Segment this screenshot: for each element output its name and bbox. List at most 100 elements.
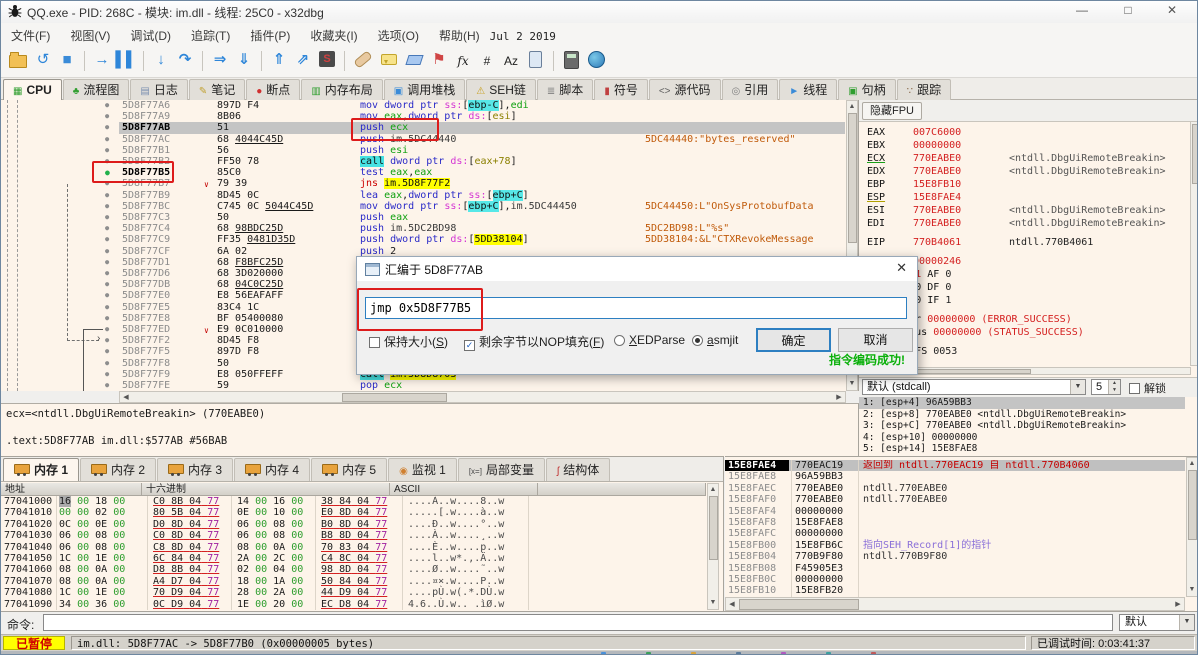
argument-row[interactable]: 5: [esp+14] 15E8FAE8 [859, 443, 1185, 455]
hex-group[interactable]: 44 D9 04 77 [321, 587, 387, 598]
argument-row[interactable]: 3: [esp+C] 770EABE0 <ntdll.DbgUiRemoteBr… [859, 420, 1185, 432]
register-line[interactable]: EBP 15E8FB10 [867, 178, 1185, 191]
row-dot-icon[interactable]: ● [105, 290, 109, 301]
menu-item[interactable]: 帮助(H) [429, 23, 490, 44]
bookmarks-icon[interactable]: ⚑ [427, 49, 451, 73]
stack-rows[interactable]: 15E8FAE4 770EAC19 返回到 ntdll.770EAC19 自 ntd… [725, 460, 1185, 597]
hex-group[interactable]: EC D8 04 77 [321, 599, 387, 610]
restart-icon[interactable]: ↺ [31, 49, 55, 73]
row-dot-icon[interactable]: ● [105, 346, 109, 357]
column-header-十六进制[interactable]: 十六进制 [142, 483, 390, 496]
calculator-icon[interactable] [564, 51, 579, 69]
dump-row[interactable]: 77041030 06 00 08 00 C0 8D 04 77 06 00 08 0… [1, 530, 706, 541]
hex-group[interactable]: B0 8D 04 77 [321, 519, 387, 530]
scroll-thumb[interactable] [709, 496, 718, 560]
checkbox-checked-icon[interactable]: ✓ [464, 340, 475, 351]
dump-rows[interactable]: 77041000 16 00 18 00 C0 8B 04 77 14 00 16 0… [1, 496, 706, 610]
checkbox-icon[interactable] [1129, 383, 1140, 394]
hex-group[interactable]: 70 83 04 77 [321, 542, 387, 553]
strings-icon[interactable]: Az [499, 49, 523, 73]
maximize-button[interactable]: □ [1113, 3, 1143, 17]
arguments-list[interactable]: 1: [esp+4] 96A59BB3 2: [esp+8] 770EABE0 <… [859, 397, 1185, 455]
hex-group[interactable]: 00 00 02 00 [59, 507, 125, 518]
tab-调用堆栈[interactable]: ▣ 调用堆栈 [383, 79, 466, 100]
column-header-blank[interactable] [538, 483, 706, 496]
dump-row[interactable]: 77041040 06 00 08 00 C8 8D 04 77 08 00 0A 0… [1, 542, 706, 553]
hex-group[interactable]: 80 5B 04 77 [153, 507, 219, 518]
row-dot-icon[interactable]: ● [105, 279, 109, 290]
dump-row[interactable]: 77041060 08 00 0A 00 D8 8B 04 77 02 00 04 0… [1, 564, 706, 575]
tab-内存布局[interactable]: ▥ 内存布局 [301, 79, 383, 100]
tab-内存 3[interactable]: 内存 3 [157, 458, 234, 481]
menu-item[interactable]: 插件(P) [240, 23, 300, 44]
hex-group[interactable]: 28 00 2A 00 [237, 587, 303, 598]
tab-源代码[interactable]: <> 源代码 [648, 79, 721, 100]
disasm-row[interactable]: ● 5D8F77C3 50 push eax [1, 212, 858, 224]
hex-group[interactable]: C4 8C 04 77 [321, 553, 387, 564]
menu-item[interactable]: 选项(O) [368, 23, 429, 44]
row-dot-icon[interactable]: ● [105, 324, 109, 335]
row-dot-icon[interactable]: ● [105, 358, 109, 369]
register-line[interactable]: ESI 770EABE0 <ntdll.DbgUiRemoteBreakin> [867, 204, 1185, 217]
cancel-button[interactable]: 取消 [838, 328, 913, 352]
row-dot-icon[interactable]: ● [105, 380, 109, 391]
tab-SEH链[interactable]: ⚠ SEH链 [466, 79, 536, 100]
tab-句柄[interactable]: ▣ 句柄 [838, 79, 896, 100]
tab-内存 5[interactable]: 内存 5 [311, 458, 388, 481]
row-dot-icon[interactable]: ● [105, 122, 109, 133]
scroll-thumb[interactable] [848, 113, 857, 243]
stack-row[interactable]: 15E8FAF0 770EABE0 ntdll.770EABE0 [725, 494, 1185, 505]
menu-item[interactable]: 文件(F) [1, 23, 60, 44]
hex-group[interactable]: C0 8D 04 77 [153, 530, 219, 541]
stack-row[interactable]: 15E8FAEC 770EABE0 ntdll.770EABE0 [725, 483, 1185, 494]
disasm-row[interactable]: ● 5D8F77BC C745 0C 5044C45D mov dword ptr s… [1, 200, 858, 213]
hex-group[interactable]: 08 00 0A 00 [59, 576, 125, 587]
hex-group[interactable]: 02 00 04 00 [237, 564, 303, 575]
disasm-row[interactable]: ● 5D8F77A6 897D F4 mov dword ptr ss:[ebp-C]… [1, 100, 858, 112]
hex-group[interactable]: 08 00 0A 00 [237, 542, 303, 553]
row-dot-icon[interactable]: ● [105, 313, 109, 324]
row-dot-icon[interactable]: ● [105, 335, 109, 346]
row-dot-icon[interactable]: ● [105, 100, 109, 111]
hex-group[interactable]: 38 84 04 77 [321, 496, 387, 507]
hex-group[interactable]: D0 8D 04 77 [153, 519, 219, 530]
row-dot-icon[interactable]: ● [105, 257, 109, 268]
hex-group[interactable]: E0 8D 04 77 [321, 507, 387, 518]
disasm-row[interactable]: ● 5D8F77FE 59 pop ecx [1, 380, 858, 391]
tab-日志[interactable]: ▤ 日志 [130, 79, 188, 100]
register-line[interactable]: EDI 770EABE0 <ntdll.DbgUiRemoteBreakin> [867, 217, 1185, 230]
tab-断点[interactable]: ● 断点 [246, 79, 301, 100]
row-dot-icon[interactable]: ● [105, 134, 109, 145]
row-dot-icon[interactable]: ● [105, 111, 109, 122]
step-out-icon[interactable]: ⇑ [267, 49, 291, 73]
menu-item[interactable]: 调试(D) [120, 23, 181, 44]
hex-group[interactable]: 06 00 08 00 [237, 530, 303, 541]
hex-group[interactable]: 06 00 08 00 [59, 542, 125, 553]
stack-row[interactable]: 15E8FAE4 770EAC19 返回到 ntdll.770EAC19 自 ntd… [725, 460, 1185, 472]
hex-group[interactable]: 6C 84 04 77 [153, 553, 219, 564]
dump-row[interactable]: 77041010 00 00 02 00 80 5B 04 77 0E 00 10 0… [1, 507, 706, 518]
hex-group[interactable]: 1C 00 1E 00 [59, 587, 125, 598]
close-button[interactable]: ✕ [1157, 3, 1187, 17]
hex-group[interactable]: 0C 00 0E 00 [59, 519, 125, 530]
stack-row[interactable]: 15E8FAF4 00000000 [725, 506, 1185, 517]
hex-group[interactable]: 34 00 36 00 [59, 599, 125, 610]
tab-内存 2[interactable]: 内存 2 [80, 458, 157, 481]
stack-vscrollbar[interactable]: ▲ ▼ [1186, 457, 1197, 597]
run-to-user-code-icon[interactable]: ⇗ [291, 49, 315, 73]
disasm-row[interactable]: ● 5D8F77C4 68 98BDC25D push im.5DC2BD98 5DC2… [1, 223, 858, 235]
radio-selected-icon[interactable] [692, 335, 703, 346]
hex-group[interactable]: C0 8B 04 77 [153, 496, 219, 507]
tab-笔记[interactable]: ✎ 笔记 [188, 79, 246, 100]
dump-row[interactable]: 77041000 16 00 18 00 C0 8B 04 77 14 00 16 0… [1, 496, 706, 507]
hex-group[interactable]: 06 00 08 00 [237, 519, 303, 530]
scroll-thumb[interactable] [1192, 124, 1197, 184]
tab-符号[interactable]: ▮ 符号 [594, 79, 648, 100]
stack-row[interactable]: 15E8FB10 15E8FB20 [725, 585, 1185, 596]
hash-icon[interactable]: # [475, 49, 499, 73]
menu-item[interactable]: 视图(V) [60, 23, 120, 44]
stack-row[interactable]: 15E8FB08 F45905E3 [725, 563, 1185, 574]
column-header-ASCII[interactable]: ASCII [390, 483, 538, 496]
dump-row[interactable]: 77041090 34 00 36 00 0C D9 04 77 1E 00 20 0… [1, 599, 706, 610]
register-line[interactable]: ECX 770EABE0 <ntdll.DbgUiRemoteBreakin> [867, 152, 1185, 165]
